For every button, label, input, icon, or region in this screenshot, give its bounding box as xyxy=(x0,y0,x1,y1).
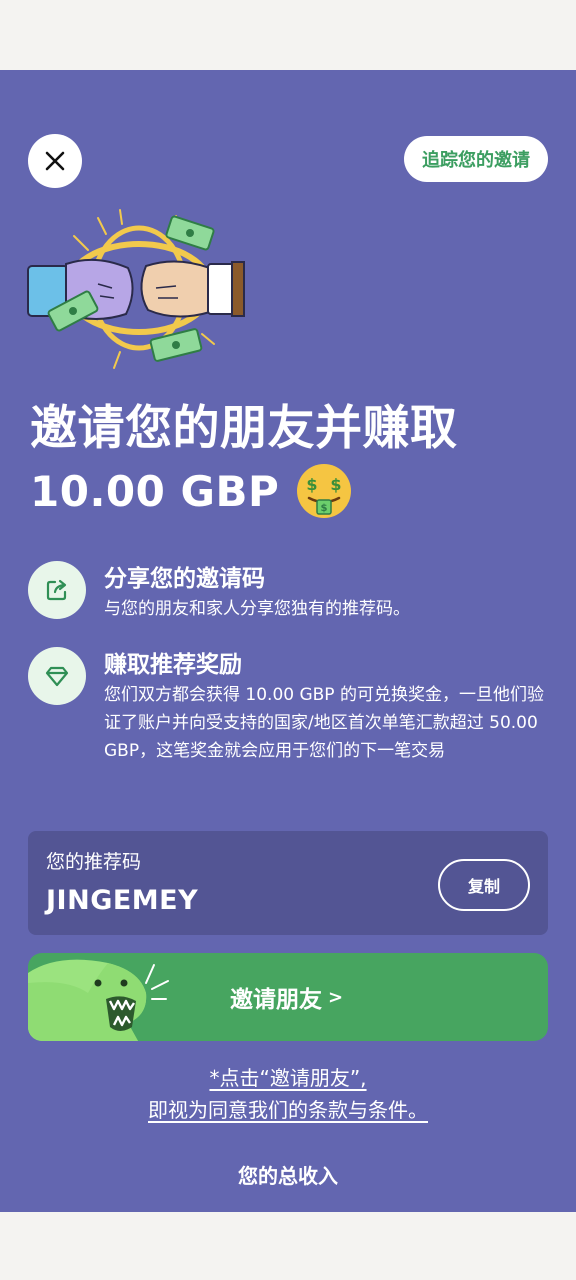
svg-text:$: $ xyxy=(307,475,318,494)
fist-bump-illustration xyxy=(27,209,245,369)
close-button[interactable] xyxy=(28,134,82,188)
money-mouth-face-icon: $ $ $ xyxy=(297,464,352,518)
step-title: 赚取推荐奖励 xyxy=(104,652,242,678)
svg-text:$: $ xyxy=(321,503,328,514)
step-description: 您们双方都会获得 10.00 GBP 的可兑换奖金，一旦他们验证了账户并向受支持… xyxy=(104,685,544,761)
chevron-right-icon: > xyxy=(328,986,344,1008)
reward-amount-row: 10.00 GBP $ $ $ xyxy=(30,462,353,520)
terms-link-line2[interactable]: 即视为同意我们的条款与条件。 xyxy=(148,1098,428,1122)
referral-code-card: 您的推荐码 JINGEMEY 复制 xyxy=(28,831,548,935)
invite-friends-button[interactable]: 邀请朋友 > xyxy=(28,953,548,1041)
share-icon xyxy=(28,561,86,619)
step-description: 与您的朋友和家人分享您独有的推荐码。 xyxy=(104,599,410,619)
referral-panel: 追踪您的邀请 邀请您的朋友并赚取 10.00 GBP $ $ $ 分享您的邀请码… xyxy=(0,70,576,1212)
page-title: 邀请您的朋友并赚取 xyxy=(30,401,458,456)
copy-button[interactable]: 复制 xyxy=(438,859,530,911)
close-icon xyxy=(45,151,65,171)
terms-notice: *点击“邀请朋友”, 即视为同意我们的条款与条件。 xyxy=(0,1062,576,1126)
navigation-bar xyxy=(0,1212,576,1280)
total-earnings-title: 您的总收入 xyxy=(238,1164,338,1188)
step-title: 分享您的邀请码 xyxy=(104,566,265,592)
referral-code: JINGEMEY xyxy=(46,885,199,916)
terms-link-line1[interactable]: *点击“邀请朋友”, xyxy=(209,1066,366,1090)
svg-text:$: $ xyxy=(331,475,342,494)
status-bar xyxy=(0,0,576,70)
referral-code-label: 您的推荐码 xyxy=(46,851,142,873)
invite-friends-label: 邀请朋友 > xyxy=(230,986,344,1014)
dinosaur-mascot-icon xyxy=(28,959,169,1041)
reward-amount: 10.00 GBP xyxy=(30,466,280,516)
gem-icon xyxy=(28,647,86,705)
track-invites-button[interactable]: 追踪您的邀请 xyxy=(404,136,548,182)
